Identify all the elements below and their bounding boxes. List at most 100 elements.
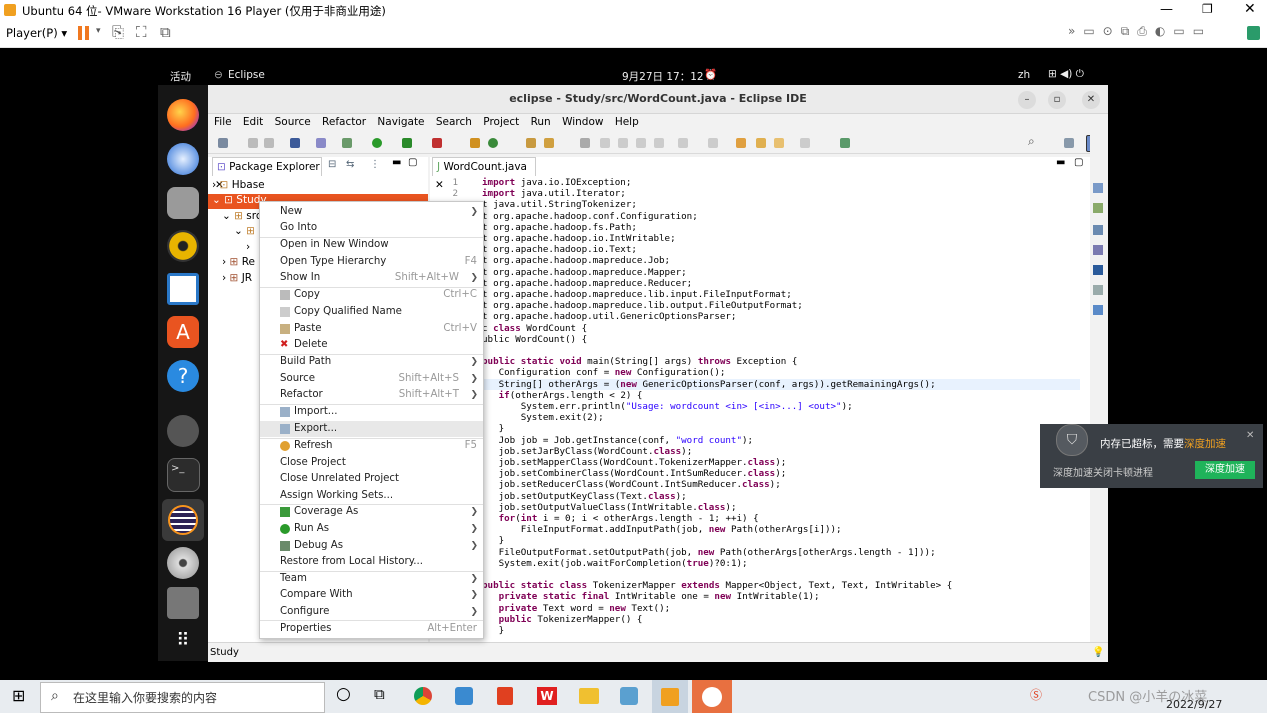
code-line[interactable]: } bbox=[482, 423, 505, 434]
code-line[interactable]: FileOutputFormat.setOutputPath(job, new … bbox=[482, 547, 936, 558]
last-edit-icon[interactable] bbox=[736, 138, 746, 148]
code-line[interactable]: for(int i = 0; i < otherArgs.length - 1;… bbox=[482, 513, 759, 524]
player-menu[interactable]: Player(P) ▾ bbox=[6, 26, 67, 40]
menu-item-refresh[interactable]: Refresh F5 bbox=[260, 438, 483, 454]
menu-item-close-unrelated-project[interactable]: Close Unrelated Project bbox=[260, 471, 483, 487]
terminal-icon[interactable] bbox=[290, 138, 300, 148]
mark-occurrences-icon[interactable] bbox=[600, 138, 610, 148]
code-line[interactable]: t org.apache.hadoop.mapreduce.lib.input.… bbox=[482, 289, 792, 300]
menu-edit[interactable]: Edit bbox=[243, 116, 263, 128]
menu-item-build-path[interactable]: Build Path ❯ bbox=[260, 354, 483, 370]
tree-item-hbase[interactable]: › ⊡ Hbase bbox=[212, 179, 265, 191]
file-explorer-icon[interactable] bbox=[579, 688, 599, 704]
task-list-icon[interactable] bbox=[1093, 203, 1103, 213]
menu-navigate[interactable]: Navigate bbox=[377, 116, 424, 128]
word-wrap-icon[interactable] bbox=[636, 138, 646, 148]
thunderbird-icon[interactable] bbox=[167, 143, 199, 175]
hierarchy-icon[interactable] bbox=[1093, 305, 1103, 315]
rhythmbox-icon[interactable] bbox=[167, 230, 199, 262]
back-icon[interactable] bbox=[756, 138, 766, 148]
menu-item-new[interactable]: New ❯ bbox=[260, 204, 483, 220]
menu-item-properties[interactable]: Properties Alt+Enter bbox=[260, 621, 483, 637]
save-icon[interactable] bbox=[248, 138, 258, 148]
tree-item-class[interactable]: › bbox=[246, 241, 250, 253]
new-icon[interactable] bbox=[218, 138, 228, 148]
code-line[interactable]: Job job = Job.getInstance(conf, "word co… bbox=[482, 435, 753, 446]
task-view-icon[interactable]: ⧉ bbox=[374, 685, 385, 703]
pause-icon[interactable] bbox=[78, 26, 82, 40]
minimize-button[interactable]: — bbox=[1160, 2, 1173, 17]
menu-item-close-project[interactable]: Close Project bbox=[260, 455, 483, 471]
eclipse-close-button[interactable]: ✕ bbox=[1082, 91, 1100, 109]
code-line[interactable]: String[] otherArgs = (new GenericOptions… bbox=[430, 378, 1080, 390]
code-line[interactable]: t org.apache.hadoop.conf.Configuration; bbox=[482, 211, 698, 222]
chrome-icon[interactable] bbox=[414, 687, 432, 705]
menu-refactor[interactable]: Refactor bbox=[322, 116, 366, 128]
code-line[interactable]: job.setCombinerClass(WordCount.IntSumRed… bbox=[482, 468, 787, 479]
maximize-button[interactable]: ❐ bbox=[1202, 2, 1213, 16]
editor-tab-wordcount[interactable]: J WordCount.java ✕ bbox=[432, 157, 536, 191]
menu-item-open-new-window[interactable]: Open in New Window bbox=[260, 237, 483, 253]
menu-item-refactor[interactable]: Refactor Shift+Alt+T ❯ bbox=[260, 387, 483, 403]
cortana-icon[interactable]: ○ bbox=[336, 684, 351, 704]
code-line[interactable]: job.setReducerClass(WordCount.IntSumRedu… bbox=[482, 479, 781, 490]
code-line[interactable]: job.setOutputKeyClass(Text.class); bbox=[482, 491, 687, 502]
taskbar-search-box[interactable]: ⌕ 在这里输入你要搜索的内容 bbox=[40, 682, 325, 713]
disk-icon[interactable] bbox=[167, 415, 199, 447]
menu-item-import[interactable]: Import... bbox=[260, 404, 483, 420]
link-editor-icon[interactable]: ⇆ bbox=[346, 159, 354, 170]
send-ctrl-alt-del-icon[interactable]: ⎘ bbox=[112, 23, 124, 41]
code-line[interactable]: } bbox=[482, 535, 505, 546]
unity-icon[interactable]: ⧉ bbox=[160, 23, 171, 41]
menu-project[interactable]: Project bbox=[483, 116, 519, 128]
software-center-icon[interactable]: A bbox=[167, 316, 199, 348]
new-java-package-icon[interactable] bbox=[470, 138, 480, 148]
menu-item-restore-history[interactable]: Restore from Local History... bbox=[260, 554, 483, 570]
code-area[interactable]: import java.io.IOException; import java.u… bbox=[430, 177, 1080, 637]
eclipse-maximize-button[interactable]: ▫ bbox=[1048, 91, 1066, 109]
tree-item-package[interactable]: ⌄ ⊞ bbox=[234, 225, 255, 237]
menu-help[interactable]: Help bbox=[615, 116, 639, 128]
pin-editor-icon[interactable] bbox=[840, 138, 850, 148]
code-line[interactable]: job.setOutputValueClass(IntWritable.clas… bbox=[482, 502, 737, 513]
declaration-icon[interactable] bbox=[1093, 265, 1103, 275]
devices-icons[interactable]: »▭⊙⧉⎙◐▭▭ bbox=[1068, 24, 1212, 39]
menu-item-run-as[interactable]: Run As ❯ bbox=[260, 521, 483, 537]
package-explorer-tab[interactable]: ⊡ Package Explorer ✕ bbox=[212, 157, 322, 191]
run-icon[interactable] bbox=[372, 138, 382, 148]
menu-item-go-into[interactable]: Go Into bbox=[260, 220, 483, 236]
new-java-class-icon[interactable] bbox=[488, 138, 498, 148]
code-line[interactable]: t org.apache.hadoop.fs.Path; bbox=[482, 222, 637, 233]
tray-icons[interactable]: Ⓢ bbox=[1030, 686, 1042, 703]
fullscreen-icon[interactable]: ⛶ bbox=[136, 23, 147, 41]
menu-item-delete[interactable]: ✖ Delete bbox=[260, 337, 483, 353]
menu-file[interactable]: File bbox=[214, 116, 232, 128]
app-name[interactable]: Eclipse bbox=[228, 69, 265, 81]
code-line[interactable]: import java.util.Iterator; bbox=[482, 188, 626, 199]
menu-search[interactable]: Search bbox=[436, 116, 472, 128]
firefox-icon[interactable] bbox=[167, 99, 199, 131]
menu-item-compare-with[interactable]: Compare With ❯ bbox=[260, 587, 483, 603]
external-tools-icon[interactable] bbox=[432, 138, 442, 148]
javadoc-icon[interactable] bbox=[1093, 245, 1103, 255]
menu-item-open-type-hierarchy[interactable]: Open Type Hierarchy F4 bbox=[260, 254, 483, 270]
pause-dropdown-icon[interactable]: ▾ bbox=[96, 26, 101, 36]
menu-run[interactable]: Run bbox=[531, 116, 551, 128]
menu-item-paste[interactable]: Paste Ctrl+V bbox=[260, 321, 483, 337]
save-all-icon[interactable] bbox=[264, 138, 274, 148]
tree-item-re[interactable]: › ⊞ Re bbox=[222, 256, 255, 268]
search-toolbar-icon[interactable] bbox=[544, 138, 554, 148]
code-line[interactable]: public TokenizerMapper() { bbox=[482, 614, 643, 625]
code-line[interactable]: t org.apache.hadoop.io.IntWritable; bbox=[482, 233, 676, 244]
library-icon[interactable] bbox=[1247, 26, 1260, 40]
system-status-icons[interactable]: ⊞ ◀) ⏻ bbox=[1048, 68, 1084, 81]
menu-item-debug-as[interactable]: Debug As ❯ bbox=[260, 538, 483, 554]
code-line[interactable]: System.exit(2); bbox=[482, 412, 604, 423]
code-line[interactable]: private Text word = new Text(); bbox=[482, 603, 671, 614]
activities-button[interactable]: 活动 bbox=[170, 69, 191, 84]
menu-item-team[interactable]: Team ❯ bbox=[260, 571, 483, 587]
skip-breakpoints-icon[interactable] bbox=[316, 138, 326, 148]
help-icon[interactable]: ? bbox=[167, 360, 199, 392]
view-menu-icon[interactable]: ⋮ bbox=[370, 159, 380, 170]
menu-item-show-in[interactable]: Show In Shift+Alt+W ❯ bbox=[260, 270, 483, 286]
